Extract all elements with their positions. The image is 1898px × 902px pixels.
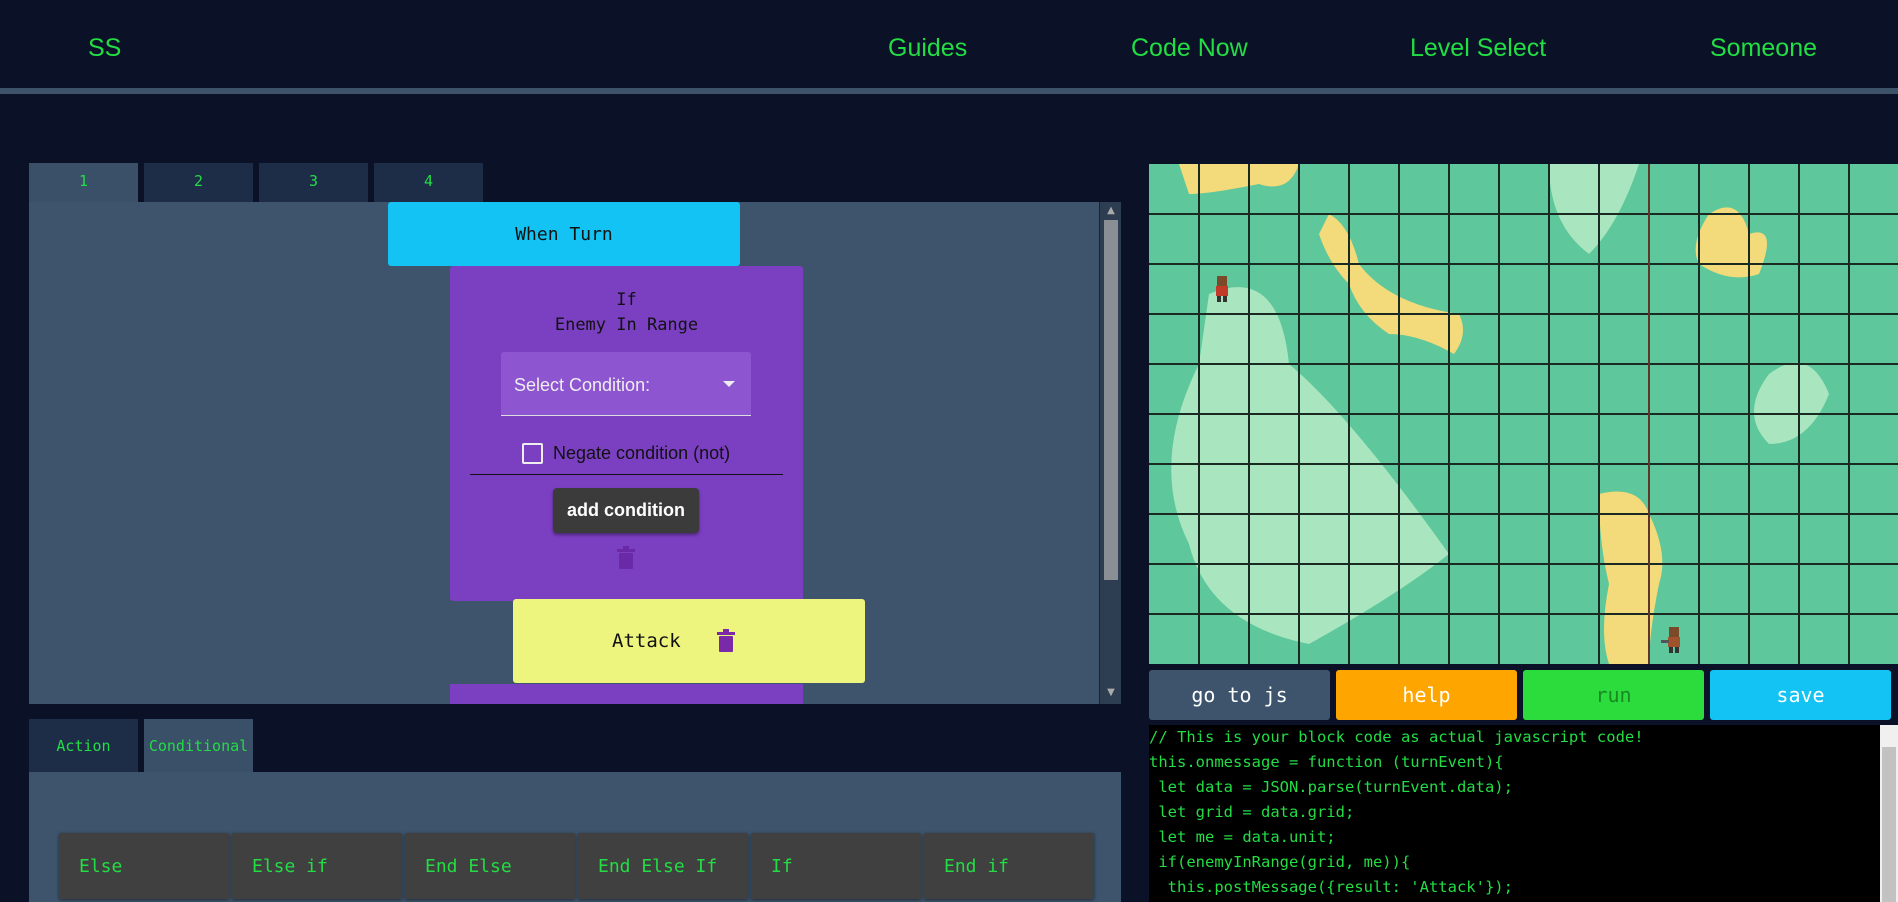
- nav-code-now[interactable]: Code Now: [1131, 34, 1248, 63]
- game-map[interactable]: [1149, 164, 1898, 664]
- top-navbar: SS Guides Code Now Level Select Someone: [0, 0, 1898, 94]
- palette-else[interactable]: Else: [59, 833, 229, 899]
- save-button[interactable]: save: [1710, 670, 1891, 720]
- attack-label: Attack: [612, 630, 681, 652]
- nav-level-select[interactable]: Level Select: [1410, 34, 1546, 63]
- condition-select-placeholder: Select Condition:: [514, 375, 651, 395]
- palette-if[interactable]: If: [751, 833, 921, 899]
- workspace-scrollbar[interactable]: ▲ ▼: [1099, 202, 1121, 704]
- if-condition-label: Enemy In Range: [554, 315, 699, 335]
- scroll-down-icon[interactable]: ▼: [1103, 687, 1119, 701]
- code-panel[interactable]: // This is your block code as actual jav…: [1149, 725, 1898, 902]
- code-line: let grid = data.grid;: [1149, 803, 1355, 821]
- tab-action[interactable]: Action: [29, 719, 138, 772]
- if-block[interactable]: If Enemy In Range Select Condition: Nega…: [450, 266, 803, 601]
- nav-guides[interactable]: Guides: [888, 34, 967, 63]
- palette-end-else-if[interactable]: End Else If: [578, 833, 748, 899]
- negate-row: Negate condition (not): [522, 443, 730, 464]
- code-scrollbar[interactable]: [1880, 725, 1898, 902]
- code-line: if(enemyInRange(grid, me)){: [1149, 853, 1411, 871]
- go-to-js-button[interactable]: go to js: [1149, 670, 1330, 720]
- tab-4[interactable]: 4: [374, 163, 483, 202]
- if-block-title: If Enemy In Range: [450, 288, 803, 338]
- help-button[interactable]: help: [1336, 670, 1517, 720]
- attack-block[interactable]: Attack: [513, 599, 865, 683]
- if-label: If: [616, 290, 637, 310]
- code-scroll-thumb[interactable]: [1882, 747, 1896, 902]
- when-turn-block[interactable]: When Turn: [388, 202, 740, 266]
- code-line: this.postMessage({result: 'Attack'});: [1149, 878, 1513, 896]
- tab-conditional[interactable]: Conditional: [144, 719, 253, 772]
- tab-1[interactable]: 1: [29, 163, 138, 202]
- trash-icon[interactable]: [615, 546, 637, 570]
- code-line: // This is your block code as actual jav…: [1149, 728, 1644, 746]
- palette-end-else[interactable]: End Else: [405, 833, 575, 899]
- nav-user[interactable]: Someone: [1710, 34, 1817, 63]
- brand-logo[interactable]: SS: [88, 34, 121, 63]
- trash-icon[interactable]: [716, 629, 736, 653]
- code-line: this.onmessage = function (turnEvent){: [1149, 753, 1504, 771]
- negate-label: Negate condition (not): [553, 443, 731, 463]
- next-if-block[interactable]: [450, 684, 803, 704]
- add-condition-button[interactable]: add condition: [553, 488, 699, 533]
- scroll-up-icon[interactable]: ▲: [1103, 205, 1119, 219]
- scroll-thumb[interactable]: [1104, 220, 1118, 580]
- condition-select[interactable]: Select Condition:: [501, 352, 751, 416]
- palette-else-if[interactable]: Else if: [232, 833, 402, 899]
- dropdown-arrow-icon: [723, 381, 735, 387]
- code-line: let me = data.unit;: [1149, 828, 1336, 846]
- code-line: let data = JSON.parse(turnEvent.data);: [1149, 778, 1513, 796]
- divider: [470, 474, 783, 475]
- palette-end-if[interactable]: End if: [924, 833, 1094, 899]
- block-workspace[interactable]: When Turn If Enemy In Range Select Condi…: [29, 202, 1121, 704]
- run-button[interactable]: run: [1523, 670, 1704, 720]
- tab-3[interactable]: 3: [259, 163, 368, 202]
- map-terrain: [1149, 164, 1898, 664]
- negate-checkbox[interactable]: [522, 443, 543, 464]
- enemy-unit-icon: [1661, 627, 1680, 653]
- block-palette: Else Else if End Else End Else If If End…: [29, 772, 1121, 902]
- tab-2[interactable]: 2: [144, 163, 253, 202]
